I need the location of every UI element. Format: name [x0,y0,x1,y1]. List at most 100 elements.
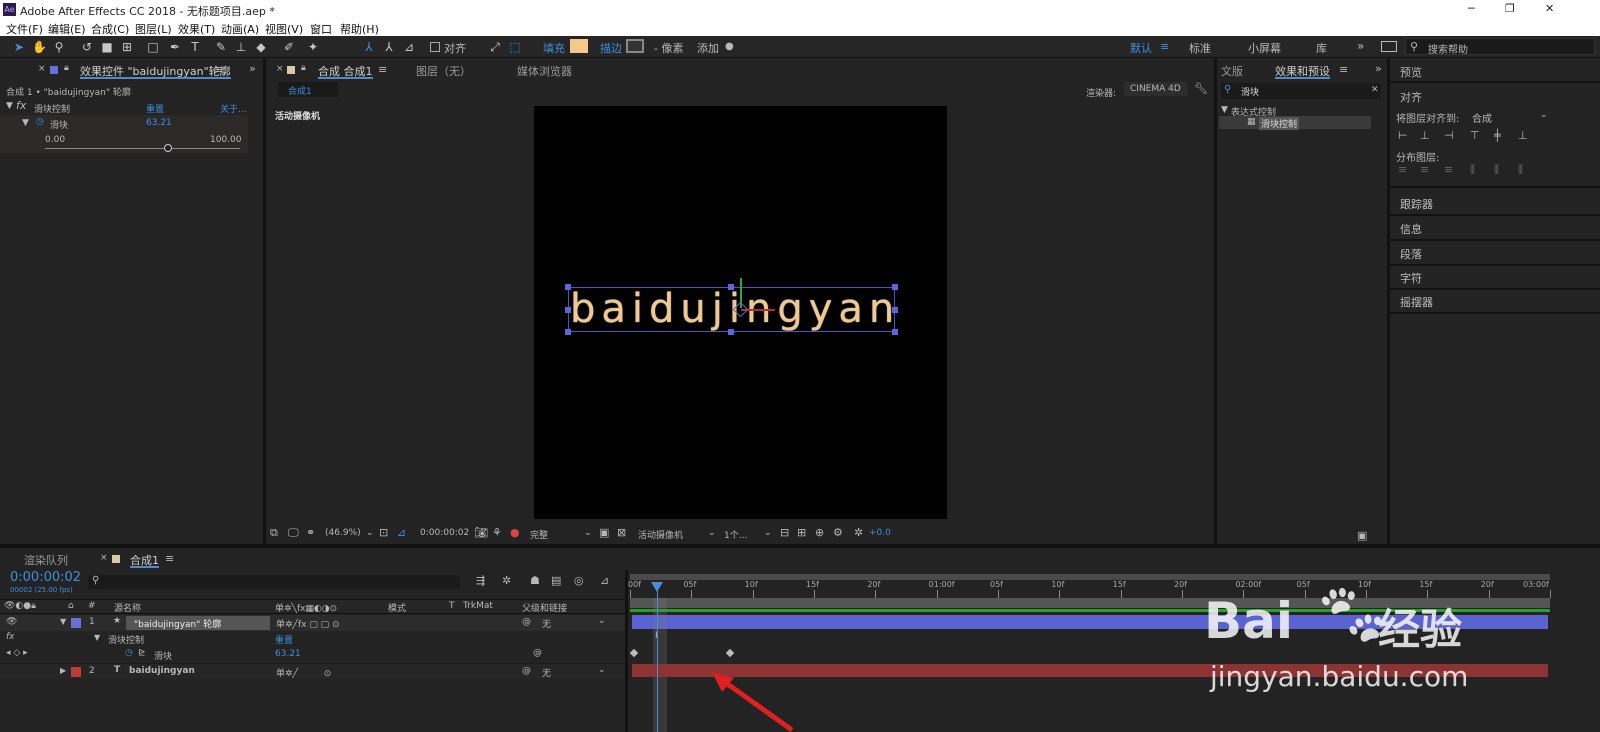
help-search-box[interactable]: ⚲ 搜索帮助 [1405,38,1595,56]
resolution-select[interactable]: 完整 [530,528,548,541]
panel-close-icon[interactable]: × [38,64,46,74]
lock-icon[interactable]: 🔒︎ [64,63,69,73]
panel-menu-icon[interactable]: ≡ [214,63,223,76]
close-button[interactable]: ✕ [1545,2,1554,15]
grid-icon[interactable]: ⊿ [397,526,406,539]
keyframe-nav-icons[interactable]: ◂ ◇ ▸ [6,648,28,658]
comp-subtab[interactable]: 合成1 [278,82,338,97]
layer2-pickwhip-icon[interactable]: @ [522,666,531,676]
workspace-standard[interactable]: 标准 [1189,40,1211,56]
rectangle-tool-icon[interactable]: □ [146,40,160,54]
menu-effect[interactable]: 效果(T) [178,21,215,37]
roi-icon[interactable]: ▣ [599,526,609,539]
menu-animation[interactable]: 动画(A) [221,21,259,37]
distribute-hcenter-icon[interactable]: ⫼ [1494,163,1499,177]
new-folder-icon[interactable]: ▣ [1357,529,1367,542]
show-snapshot-icon[interactable]: ⚘ [492,526,502,539]
layer-expand-icon[interactable]: ▼ [60,617,66,626]
add-label[interactable]: 添加 [697,40,719,56]
pickwhip-icon[interactable]: @ [522,617,531,627]
add-menu-icon[interactable]: ● [725,41,734,52]
align-top-icon[interactable]: ⊤ [1470,129,1480,142]
param-pickwhip-icon[interactable]: @ [533,648,542,658]
wiggler-panel-header[interactable]: 摇摆器 [1400,294,1433,310]
panel-overflow-icon[interactable]: » [249,62,256,75]
pan-behind-tool-icon[interactable]: ⊞ [120,40,134,54]
renderer-button[interactable]: CINEMA 4D [1124,82,1187,96]
workspace-default[interactable]: 默认 [1130,40,1152,56]
distribute-vcenter-icon[interactable]: ≡ [1420,163,1429,176]
slider-thumb[interactable] [164,144,173,152]
tracker-panel-header[interactable]: 跟踪器 [1400,196,1433,212]
slider-track[interactable] [45,148,240,149]
fx-icon[interactable]: fx [16,99,26,112]
keyframe-1[interactable] [629,648,639,658]
workspace-small-screen[interactable]: 小屏幕 [1248,40,1281,56]
layer2-name[interactable]: baidujingyan [129,666,195,676]
keyframe-2[interactable] [725,648,735,658]
character-panel-header[interactable]: 字符 [1400,270,1422,286]
rotate-tool-icon[interactable]: ↺ [80,40,94,54]
workspace-menu-icon[interactable]: ≡ [1160,40,1169,53]
snap-icon[interactable]: ⤢ [488,40,502,54]
motion-blur-icon[interactable]: ◎ [574,574,584,587]
pen-tool-icon[interactable]: ✒ [168,40,182,54]
parent-dropdown-icon[interactable]: ⌄ [598,616,606,626]
comp-lock-icon[interactable]: 🔒︎ [301,63,306,73]
col-source-name[interactable]: 源名称 [114,601,141,614]
ep-search-box[interactable]: ⚲ 滑块 ✕ [1221,83,1381,99]
menu-window[interactable]: 窗口 [310,21,332,37]
effect-expand-icon-tl[interactable]: ▼ [94,633,100,642]
stopwatch-icon[interactable]: ◷ [36,117,44,127]
align-to-dropdown-icon[interactable]: ⌄ [1540,110,1548,120]
hand-tool-icon[interactable]: ✋ [32,40,47,54]
frame-blend-icon[interactable]: ▤ [551,574,561,587]
comp-mini-flowchart-icon[interactable]: ⇶ [476,574,485,587]
visibility-icon[interactable]: 👁︎ [6,617,17,627]
align-hcenter-icon[interactable]: ⊥ [1420,129,1430,142]
graph-icon[interactable]: ⊵ [138,648,146,658]
distribute-left-icon[interactable]: ⫼ [1470,163,1475,177]
comp-close-icon[interactable]: × [276,64,284,74]
restore-button[interactable]: ❐ [1505,2,1515,15]
preview-panel-header[interactable]: 预览 [1400,64,1422,80]
param-stopwatch-icon[interactable]: ◷ [125,648,133,658]
shy-icon[interactable]: ☗ [530,574,540,587]
color-channels-icon[interactable]: ● [510,526,520,539]
draft-3d-icon[interactable]: ✲ [502,574,511,587]
menu-view[interactable]: 视图(V) [265,21,303,37]
align-left-icon[interactable]: ⊢ [1398,129,1408,142]
camera-select[interactable]: 活动摄像机 [638,528,683,541]
layer-switches[interactable]: 单✲╱fx ▢ ▢ ⊙ [276,617,340,630]
viewer-timecode[interactable]: 0:00:00:02 [420,528,469,538]
search-toggle-icon[interactable] [1381,41,1397,52]
workspace-overflow-icon[interactable]: » [1357,39,1364,53]
layer2-parent-dropdown-icon[interactable]: ⌄ [598,665,606,675]
draft3d-icon[interactable]: ⊞ [797,526,806,539]
effect-about-link[interactable]: 关于... [220,102,247,115]
tab-timeline-comp[interactable]: 合成1 [130,552,159,568]
ep-category-expand-icon[interactable]: ▼ [1221,105,1228,115]
type-tool-icon[interactable]: T [188,40,202,54]
local-axis-icon[interactable]: ⅄ [362,40,376,54]
menu-edit[interactable]: 编辑(E) [48,21,86,37]
comp-menu-icon[interactable]: ≡ [378,63,387,76]
info-panel-header[interactable]: 信息 [1400,221,1422,237]
zoom-tool-icon[interactable]: ⚲ [52,40,66,54]
snap-options-icon[interactable]: ⬚ [508,40,522,54]
flowchart-icon[interactable]: ⊕ [815,526,824,539]
resolution-dropdown-icon[interactable]: ⌄ [584,528,592,538]
menu-help[interactable]: 帮助(H) [340,21,379,37]
distribute-right-icon[interactable]: ⫼ [1518,163,1523,177]
ep-search-clear-icon[interactable]: ✕ [1371,85,1379,95]
effect-reset-link[interactable]: 重置 [146,102,164,115]
camera-tool-icon[interactable]: ■ [100,40,114,54]
graph-editor-icon[interactable]: ⊿ [600,574,609,587]
view-axis-icon[interactable]: ⊿ [402,40,416,54]
toggle-pixel-icon[interactable]: ⊟ [780,526,789,539]
tab-layer[interactable]: 图层（无） [416,63,471,79]
brush-tool-icon[interactable]: ✎ [214,40,228,54]
help-search-input[interactable]: 搜索帮助 [1428,41,1468,56]
exposure-icon[interactable]: ✲ [854,526,863,539]
tab-composition[interactable]: 合成 合成1 [318,63,373,79]
